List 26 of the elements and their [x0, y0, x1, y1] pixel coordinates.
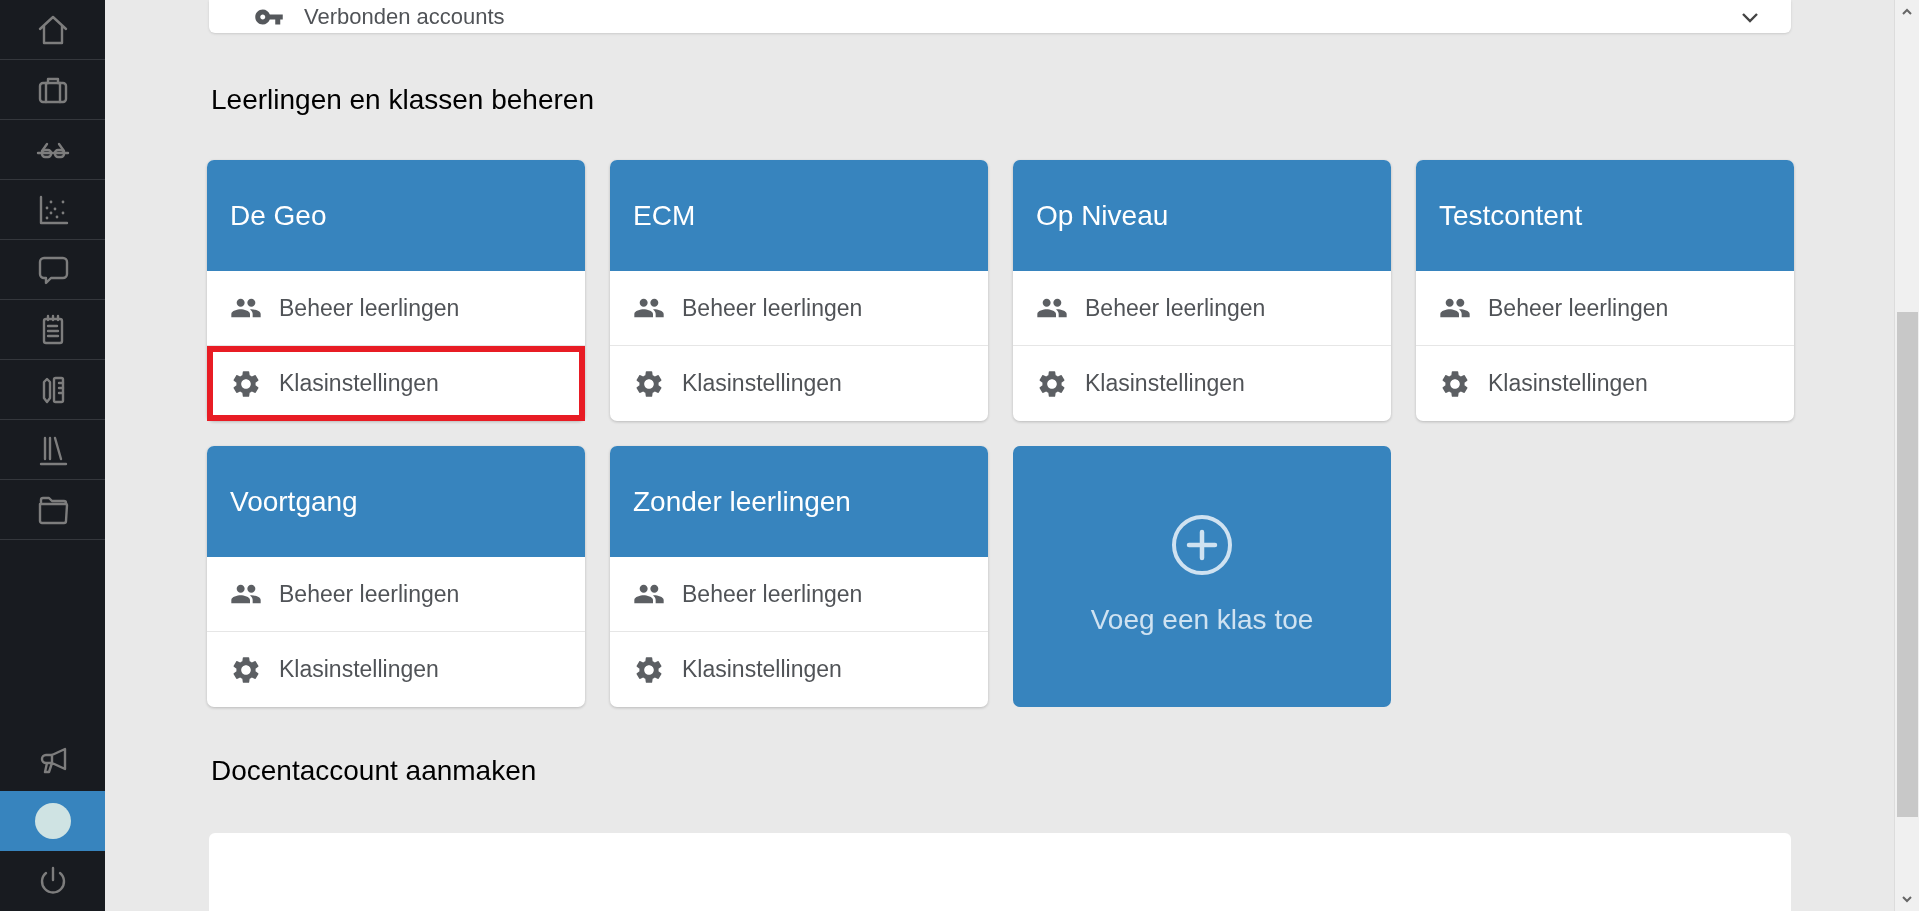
card-action-link[interactable]: Beheer leerlingen [610, 557, 988, 632]
avatar-icon [34, 803, 71, 839]
card-action-link[interactable]: Beheer leerlingen [610, 271, 988, 346]
section-heading: Leerlingen en klassen beheren [211, 83, 595, 117]
card-action-link[interactable]: Klasinstellingen [1013, 346, 1391, 421]
card-action-link[interactable]: Klasinstellingen [1416, 346, 1794, 421]
panel-title: Verbonden accounts [304, 3, 505, 31]
card-action-link[interactable]: Klasinstellingen [207, 346, 585, 421]
sidebar-item[interactable] [0, 791, 105, 851]
class-name: Zonder leerlingen [633, 484, 851, 519]
class-name: Op Niveau [1036, 198, 1169, 233]
card-action-link[interactable]: Beheer leerlingen [1416, 271, 1794, 346]
card-action-link[interactable]: Beheer leerlingen [207, 557, 585, 632]
card-action-link[interactable]: Beheer leerlingen [207, 271, 585, 346]
class-name: ECM [633, 198, 696, 233]
connected-accounts-panel[interactable]: Verbonden accounts [209, 0, 1791, 33]
card-action-link[interactable]: Beheer leerlingen [1013, 271, 1391, 346]
card-action-link[interactable]: Klasinstellingen [610, 632, 988, 707]
card-action-link[interactable]: Klasinstellingen [610, 346, 988, 421]
class-name: De Geo [230, 198, 327, 233]
scrollbar-drawing[interactable] [1894, 0, 1919, 911]
section-heading: Docentaccount aanmaken [211, 754, 538, 788]
class-name: Testcontent [1439, 198, 1583, 233]
plus-circle-icon [1170, 512, 1234, 577]
card-action-link[interactable]: Klasinstellingen [207, 632, 585, 707]
class-name: Voortgang [230, 484, 358, 519]
